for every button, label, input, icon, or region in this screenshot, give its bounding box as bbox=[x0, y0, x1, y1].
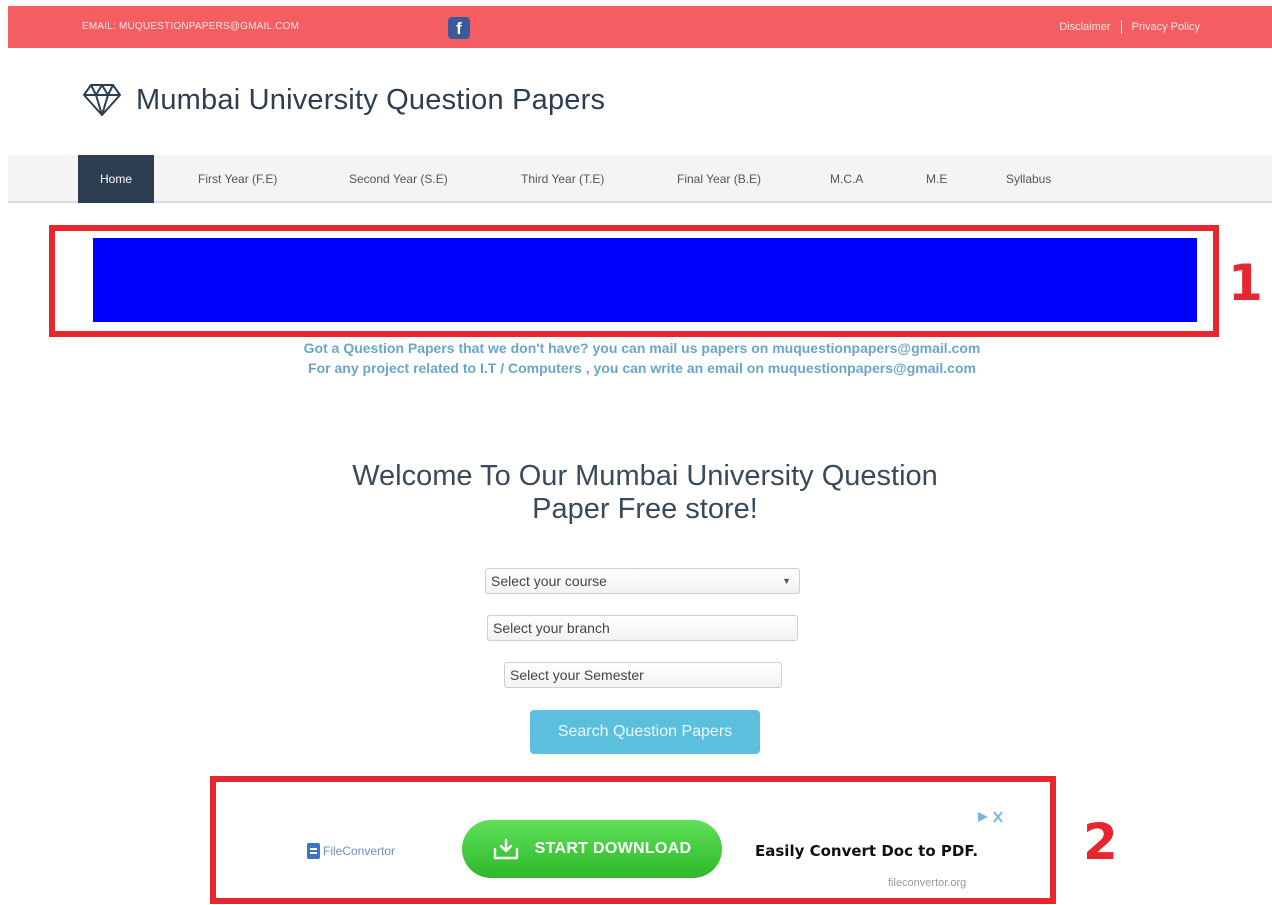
site-brand[interactable]: Mumbai University Question Papers bbox=[82, 80, 605, 120]
fileconvertor-logo[interactable]: File Convertor bbox=[307, 843, 395, 859]
info-line-2: For any project related to I.T / Compute… bbox=[308, 360, 976, 376]
annotation-label-2: 2 bbox=[1083, 813, 1118, 871]
ad-headline[interactable]: Easily Convert Doc to PDF. bbox=[755, 842, 978, 860]
privacy-policy-link[interactable]: Privacy Policy bbox=[1132, 21, 1200, 33]
nav-syllabus[interactable]: Syllabus bbox=[984, 155, 1073, 203]
semester-select[interactable]: Select your Semester bbox=[504, 662, 782, 688]
ad-banner[interactable] bbox=[93, 238, 1197, 322]
main-nav: Home First Year (F.E) Second Year (S.E) … bbox=[8, 155, 1272, 203]
nav-mca[interactable]: M.C.A bbox=[808, 155, 885, 203]
document-icon bbox=[307, 843, 320, 859]
branch-select-value: Select your branch bbox=[493, 620, 610, 636]
branch-select[interactable]: Select your branch bbox=[487, 615, 798, 641]
link-divider bbox=[1120, 20, 1122, 34]
top-links: Disclaimer Privacy Policy bbox=[1059, 20, 1200, 34]
logo-suffix: Convertor bbox=[342, 844, 396, 858]
site-title: Mumbai University Question Papers bbox=[136, 83, 606, 116]
welcome-line-1: Welcome To Our Mumbai University Questio… bbox=[352, 460, 938, 492]
welcome-heading: Welcome To Our Mumbai University Questio… bbox=[300, 460, 990, 526]
logo-prefix: File bbox=[323, 844, 343, 858]
adchoices-icon[interactable] bbox=[976, 810, 1006, 824]
download-icon bbox=[493, 838, 518, 860]
nav-me[interactable]: M.E bbox=[904, 155, 969, 203]
info-line-1: Got a Question Papers that we don't have… bbox=[303, 340, 981, 356]
welcome-line-2: Paper Free store! bbox=[532, 493, 758, 525]
nav-second-year[interactable]: Second Year (S.E) bbox=[327, 155, 470, 203]
disclaimer-link[interactable]: Disclaimer bbox=[1059, 21, 1110, 33]
contact-email[interactable]: EMAIL: MUQUESTIONPAPERS@GMAIL.COM bbox=[82, 21, 299, 32]
diamond-icon bbox=[83, 84, 121, 116]
start-download-label: START DOWNLOAD bbox=[534, 840, 692, 857]
course-select[interactable]: Select your course ▼ bbox=[485, 568, 800, 594]
course-select-value: Select your course bbox=[491, 573, 607, 589]
nav-home[interactable]: Home bbox=[78, 155, 155, 203]
annotation-label-1: 1 bbox=[1228, 254, 1263, 312]
facebook-icon[interactable]: f bbox=[448, 17, 470, 39]
caret-down-icon: ▼ bbox=[782, 576, 791, 586]
start-download-button[interactable]: START DOWNLOAD bbox=[462, 820, 722, 878]
nav-third-year[interactable]: Third Year (T.E) bbox=[499, 155, 626, 203]
ad-url[interactable]: fileconvertor.org bbox=[888, 877, 966, 889]
top-bar: EMAIL: MUQUESTIONPAPERS@GMAIL.COM f Disc… bbox=[8, 6, 1272, 48]
search-question-papers-button[interactable]: Search Question Papers bbox=[530, 710, 760, 754]
nav-final-year[interactable]: Final Year (B.E) bbox=[655, 155, 783, 203]
nav-first-year[interactable]: First Year (F.E) bbox=[176, 155, 299, 203]
semester-select-value: Select your Semester bbox=[510, 667, 644, 683]
